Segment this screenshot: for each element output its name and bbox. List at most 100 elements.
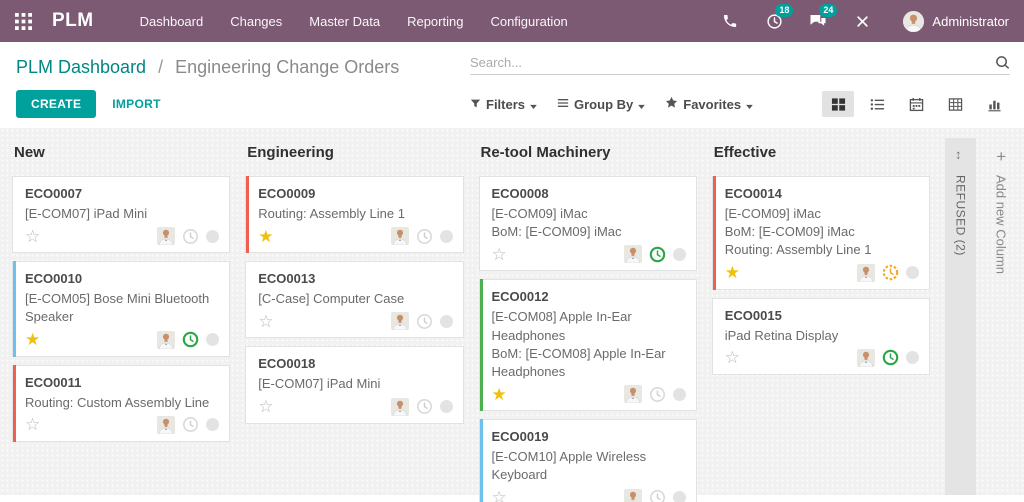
view-switch-pivot-icon[interactable] (939, 91, 971, 117)
activities-clock-icon[interactable]: 18 (765, 12, 783, 30)
kanban-card[interactable]: ECO0008[E-COM09] iMacBoM: [E-COM09] iMac… (479, 176, 697, 271)
create-button[interactable]: CREATE (16, 90, 96, 118)
card-id: ECO0007 (25, 186, 219, 201)
breadcrumb-parent-link[interactable]: PLM Dashboard (16, 57, 146, 77)
activity-clock-icon[interactable] (416, 398, 433, 415)
activity-clock-icon[interactable] (182, 228, 199, 245)
star-outline-icon[interactable]: ☆ (25, 228, 40, 245)
view-switch-calendar-icon[interactable] (900, 91, 932, 117)
kanban-card[interactable]: ECO0009Routing: Assembly Line 1★ (245, 176, 463, 253)
app-title[interactable]: PLM (52, 10, 94, 32)
star-filled-icon[interactable]: ★ (25, 331, 40, 348)
search-input[interactable] (470, 55, 995, 70)
view-switch-list-icon[interactable] (861, 91, 893, 117)
card-line: BoM: [E-COM08] Apple In-Ear Headphones (492, 345, 686, 381)
card-id: ECO0015 (725, 308, 919, 323)
star-outline-icon[interactable]: ☆ (25, 416, 40, 433)
activity-clock-icon[interactable] (416, 313, 433, 330)
star-filled-icon[interactable]: ★ (258, 228, 273, 245)
breadcrumb: PLM Dashboard / Engineering Change Order… (16, 55, 470, 78)
star-outline-icon[interactable]: ☆ (725, 349, 740, 366)
kanban-card[interactable]: ECO0015 iPad Retina Display ☆ (712, 298, 930, 375)
card-id: ECO0012 (492, 289, 686, 304)
view-switch-graph-icon[interactable] (978, 91, 1010, 117)
kanban-state-dot[interactable] (440, 315, 453, 328)
star-outline-icon[interactable]: ☆ (492, 489, 507, 502)
control-panel: PLM Dashboard / Engineering Change Order… (0, 42, 1024, 128)
kanban-card[interactable]: ECO0012[E-COM08] Apple In-Ear Headphones… (479, 279, 697, 411)
collapsed-column-refused[interactable]: ↔REFUSED (2) (945, 138, 976, 495)
favorites-dropdown[interactable]: Favorites (665, 96, 753, 112)
add-new-column-button[interactable]: +Add new Column (988, 138, 1014, 495)
search-filter-menus: Filters Group By Favorites (470, 96, 753, 112)
activity-clock-icon[interactable] (182, 416, 199, 433)
dropdown-label: Group By (574, 97, 633, 112)
kanban-state-dot[interactable] (906, 266, 919, 279)
kanban-card[interactable]: ECO0018[E-COM07] iPad Mini☆ (245, 346, 463, 423)
nav-menu-item-master-data[interactable]: Master Data (309, 14, 380, 29)
star-filled-icon[interactable]: ★ (492, 386, 507, 403)
import-button[interactable]: IMPORT (112, 97, 160, 111)
kanban-state-dot[interactable] (440, 230, 453, 243)
phone-icon[interactable] (721, 12, 739, 30)
nav-menu-item-dashboard[interactable]: Dashboard (140, 14, 204, 29)
filter-icon (470, 97, 481, 112)
kanban-view: NewECO0007[E-COM07] iPad Mini☆ECO0010[E-… (0, 128, 1024, 495)
assignee-avatar (624, 489, 642, 502)
activity-clock-icon[interactable] (649, 246, 666, 263)
kanban-state-dot[interactable] (206, 418, 219, 431)
kanban-card[interactable]: ECO0014[E-COM09] iMacBoM: [E-COM09] iMac… (712, 176, 930, 290)
kanban-state-dot[interactable] (673, 248, 686, 261)
nav-menu-item-configuration[interactable]: Configuration (490, 14, 567, 29)
kanban-column-re-tool-machinery: Re-tool MachineryECO0008[E-COM09] iMacBo… (479, 138, 697, 495)
assignee-avatar (157, 227, 175, 245)
kanban-card[interactable]: ECO0007[E-COM07] iPad Mini☆ (12, 176, 230, 253)
view-switch-kanban-icon[interactable] (822, 91, 854, 117)
card-id: ECO0011 (25, 375, 219, 390)
activity-clock-icon[interactable] (649, 386, 666, 403)
card-line: iPad Retina Display (725, 327, 919, 345)
star-outline-icon[interactable]: ☆ (258, 313, 273, 330)
card-id: ECO0010 (25, 271, 219, 286)
activity-clock-icon[interactable] (416, 228, 433, 245)
star-filled-icon[interactable]: ★ (725, 264, 740, 281)
group-by-dropdown[interactable]: Group By (557, 96, 645, 112)
card-line: BoM: [E-COM09] iMac (725, 223, 919, 241)
view-switcher (822, 91, 1010, 117)
tools-icon[interactable] (853, 12, 871, 30)
column-title: Engineering (247, 144, 463, 161)
assignee-avatar (391, 312, 409, 330)
card-line: [E-COM09] iMac (492, 205, 686, 223)
filters-dropdown[interactable]: Filters (470, 96, 537, 112)
assignee-avatar (391, 398, 409, 416)
card-footer: ★ (258, 227, 452, 245)
user-avatar (903, 11, 924, 32)
assignee-avatar (391, 227, 409, 245)
kanban-state-dot[interactable] (673, 491, 686, 502)
activity-clock-icon[interactable] (882, 264, 899, 281)
kanban-state-dot[interactable] (440, 400, 453, 413)
kanban-card[interactable]: ECO0010[E-COM05] Bose Mini Bluetooth Spe… (12, 261, 230, 356)
kanban-card[interactable]: ECO0019[E-COM10] Apple Wireless Keyboard… (479, 419, 697, 502)
kanban-card[interactable]: ECO0011Routing: Custom Assembly Line☆ (12, 365, 230, 442)
star-outline-icon[interactable]: ☆ (258, 398, 273, 415)
kanban-state-dot[interactable] (673, 388, 686, 401)
activity-clock-icon[interactable] (882, 349, 899, 366)
activity-clock-icon[interactable] (649, 489, 666, 502)
assignee-avatar (857, 349, 875, 367)
kanban-state-dot[interactable] (206, 333, 219, 346)
star-outline-icon[interactable]: ☆ (492, 246, 507, 263)
activity-clock-icon[interactable] (182, 331, 199, 348)
card-color-bar (13, 365, 16, 442)
nav-menu: Dashboard Changes Master Data Reporting Conf… (140, 14, 568, 29)
kanban-card[interactable]: ECO0013[C-Case] Computer Case☆ (245, 261, 463, 338)
nav-menu-item-changes[interactable]: Changes (230, 14, 282, 29)
kanban-state-dot[interactable] (906, 351, 919, 364)
nav-menu-item-reporting[interactable]: Reporting (407, 14, 463, 29)
apps-grid-icon[interactable] (15, 11, 35, 31)
messages-chat-icon[interactable]: 24 (809, 12, 827, 30)
kanban-state-dot[interactable] (206, 230, 219, 243)
user-menu[interactable]: Administrator (903, 11, 1009, 32)
card-color-bar (480, 279, 483, 411)
search-icon[interactable] (995, 55, 1010, 70)
